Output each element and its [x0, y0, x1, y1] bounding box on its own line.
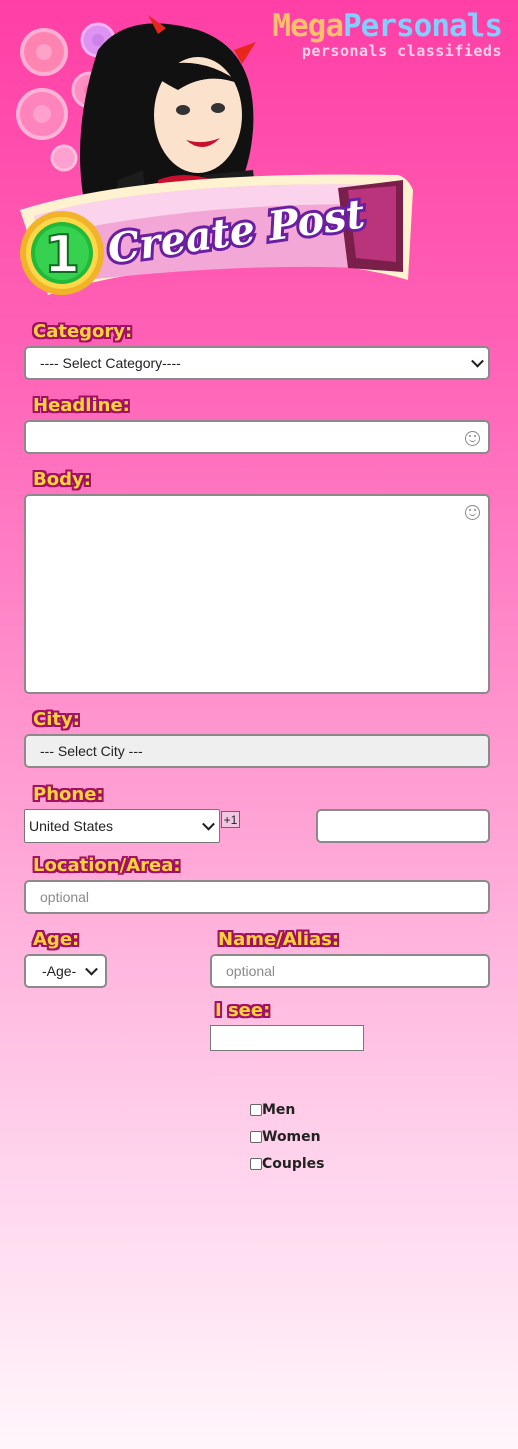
men-checkbox-label: Men [262, 1102, 296, 1118]
country-code-badge: +1 [221, 811, 240, 828]
name-alias-label: Name/Alias: [218, 929, 340, 950]
headline-label: Headline: [33, 395, 130, 416]
men-checkbox[interactable] [250, 1104, 262, 1116]
create-post-banner-illustration: 1 Create Post [16, 15, 413, 295]
headline-input[interactable] [24, 420, 490, 454]
i-see-input[interactable] [210, 1025, 364, 1051]
divider [210, 1077, 490, 1078]
name-alias-placeholder: optional [226, 963, 276, 979]
age-select-value: -Age- [42, 963, 77, 979]
country-select-value: United States [29, 818, 114, 834]
chevron-down-icon [471, 354, 484, 368]
phone-number-input[interactable] [316, 809, 490, 843]
location-placeholder: optional [40, 889, 90, 905]
category-label: Category: [33, 321, 133, 342]
location-label: Location/Area: [33, 855, 181, 876]
age-select[interactable]: -Age- [24, 954, 107, 988]
name-alias-input[interactable]: optional [210, 954, 490, 988]
i-see-option[interactable]: Couples [250, 1156, 325, 1172]
couples-checkbox-label: Couples [262, 1156, 325, 1172]
body-label: Body: [33, 469, 91, 490]
age-label: Age: [33, 929, 80, 950]
city-label: City: [33, 709, 80, 730]
category-select-value: ---- Select Category---- [40, 355, 181, 371]
chevron-down-icon [85, 962, 98, 976]
city-select[interactable]: --- Select City --- [24, 734, 490, 768]
couples-checkbox[interactable] [250, 1158, 262, 1170]
location-input[interactable]: optional [24, 880, 490, 914]
chevron-down-icon [202, 817, 215, 831]
i-see-option[interactable]: Women [250, 1129, 321, 1145]
city-select-value: --- Select City --- [40, 743, 143, 759]
phone-label: Phone: [33, 784, 104, 805]
step-number-text: 1 [44, 225, 80, 285]
emoji-picker-icon[interactable] [465, 505, 480, 520]
women-checkbox-label: Women [262, 1129, 321, 1145]
country-select[interactable]: United States [24, 809, 220, 843]
i-see-option[interactable]: Men [250, 1102, 295, 1118]
body-textarea[interactable] [24, 494, 490, 694]
category-select[interactable]: ---- Select Category---- [24, 346, 490, 380]
i-see-label: I see: [215, 1000, 271, 1021]
women-checkbox[interactable] [250, 1131, 262, 1143]
emoji-picker-icon[interactable] [465, 431, 480, 446]
